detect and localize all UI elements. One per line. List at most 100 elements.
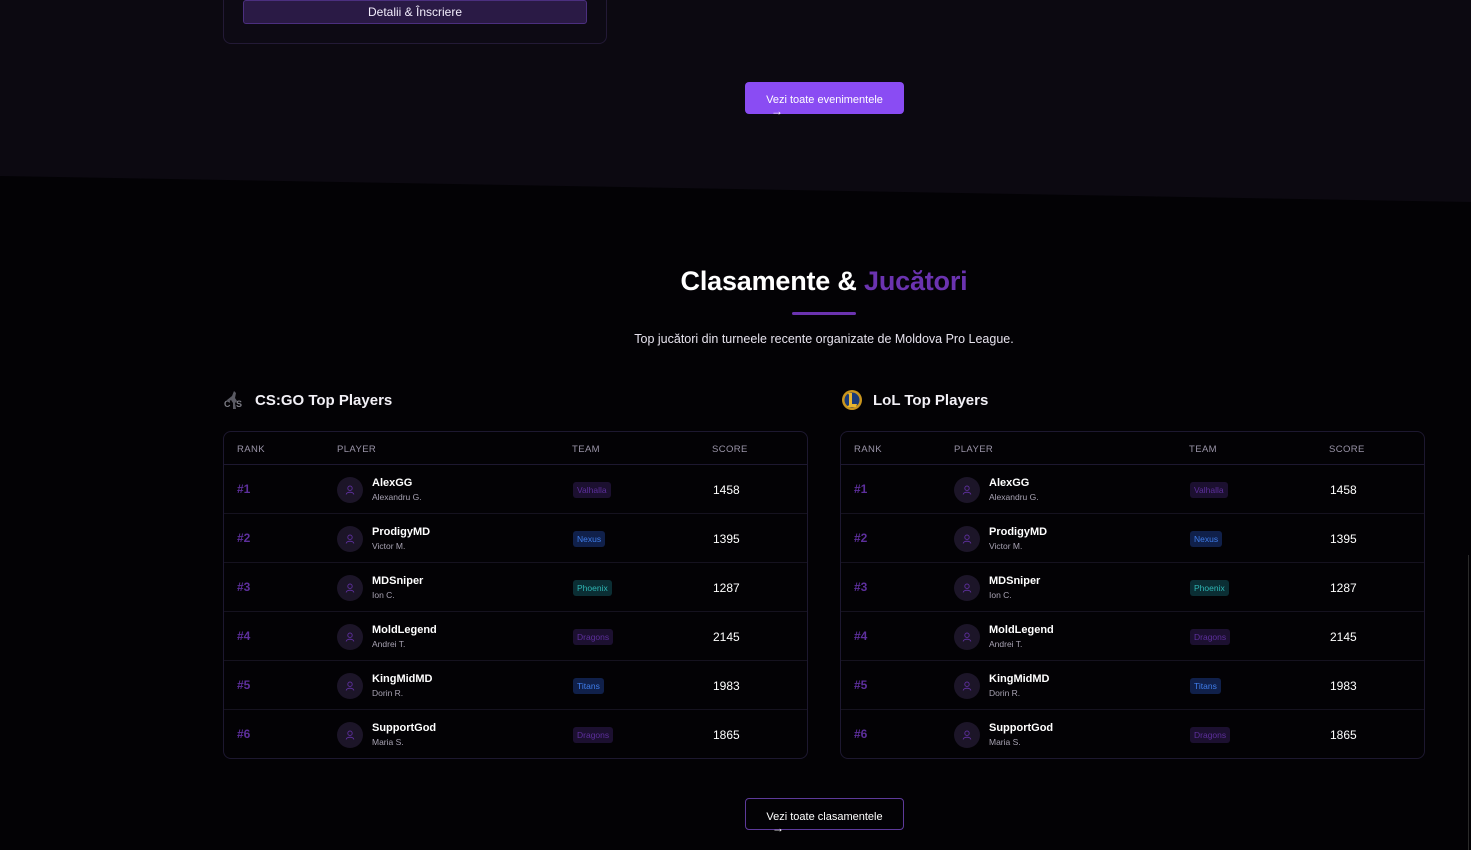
player-rank: #6: [854, 727, 868, 741]
table-row[interactable]: #2 ProdigyMD Victor M. Nexus 1395: [224, 514, 807, 563]
player-nickname[interactable]: ProdigyMD: [989, 526, 1047, 538]
user-icon: [962, 681, 972, 691]
player-rank: #6: [237, 727, 251, 741]
table-row[interactable]: #4 MoldLegend Andrei T. Dragons 2145: [224, 612, 807, 661]
player-real-name: Maria S.: [989, 737, 1021, 747]
avatar: [337, 624, 363, 650]
player-score: 2145: [713, 630, 740, 644]
table-row[interactable]: #3 MDSniper Ion C. Phoenix 1287: [841, 563, 1424, 612]
section-title-main: Clasamente &: [680, 266, 865, 296]
view-all-events-label: Vezi toate evenimentele: [766, 94, 883, 106]
table-row[interactable]: #5 KingMidMD Dorin R. Titans 1983: [224, 661, 807, 710]
table-row[interactable]: #3 MDSniper Ion C. Phoenix 1287: [224, 563, 807, 612]
header-player: PLAYER: [337, 444, 377, 455]
avatar: [954, 624, 980, 650]
event-card: Detalii & Înscriere: [223, 0, 607, 44]
player-rank: #5: [237, 678, 251, 692]
player-nickname[interactable]: MoldLegend: [989, 624, 1054, 636]
header-rank: RANK: [237, 444, 265, 455]
user-icon: [962, 485, 972, 495]
team-badge: Nexus: [1190, 531, 1223, 547]
section-subtitle: Top jucători din turneele recente organi…: [634, 332, 1014, 346]
player-real-name: Andrei T.: [989, 639, 1023, 649]
table-body: #1 AlexGG Alexandru G. Valhalla 1458 #2 Prodig…: [224, 465, 807, 758]
table-header: RANK PLAYER TEAM SCORE: [841, 432, 1424, 465]
table-row[interactable]: #6 SupportGod Maria S. Dragons 1865: [224, 710, 807, 758]
table-row[interactable]: #1 AlexGG Alexandru G. Valhalla 1458: [841, 465, 1424, 514]
team-badge: Valhalla: [1190, 482, 1228, 498]
svg-text:S: S: [236, 399, 242, 409]
avatar: [337, 722, 363, 748]
player-real-name: Dorin R.: [372, 688, 404, 698]
avatar: [954, 477, 980, 503]
team-badge: Dragons: [1190, 629, 1231, 645]
player-score: 1287: [713, 581, 740, 595]
view-all-rankings-button[interactable]: Vezi toate clasamentele →: [745, 798, 904, 834]
user-icon: [345, 485, 355, 495]
team-badge: Valhalla: [573, 482, 611, 498]
user-icon: [962, 632, 972, 642]
header-team: TEAM: [572, 444, 600, 455]
table-row[interactable]: #1 AlexGG Alexandru G. Valhalla 1458: [224, 465, 807, 514]
table-row[interactable]: #5 KingMidMD Dorin R. Titans 1983: [841, 661, 1424, 710]
avatar: [337, 477, 363, 503]
player-nickname[interactable]: AlexGG: [989, 477, 1029, 489]
player-nickname[interactable]: KingMidMD: [989, 673, 1049, 685]
player-score: 1458: [1330, 483, 1357, 497]
table-row[interactable]: #6 SupportGod Maria S. Dragons 1865: [841, 710, 1424, 758]
player-rank: #4: [237, 629, 251, 643]
player-nickname[interactable]: MoldLegend: [372, 624, 437, 636]
player-score: 1395: [713, 532, 740, 546]
table-row[interactable]: #4 MoldLegend Andrei T. Dragons 2145: [841, 612, 1424, 661]
team-badge: Titans: [1190, 678, 1221, 694]
table-row[interactable]: #2 ProdigyMD Victor M. Nexus 1395: [841, 514, 1424, 563]
team-badge: Titans: [573, 678, 604, 694]
player-rank: #2: [237, 531, 251, 545]
player-rank: #4: [854, 629, 868, 643]
player-nickname[interactable]: MDSniper: [989, 575, 1040, 587]
header-rank: RANK: [854, 444, 882, 455]
player-score: 2145: [1330, 630, 1357, 644]
player-rank: #3: [854, 580, 868, 594]
player-rank: #3: [237, 580, 251, 594]
user-icon: [962, 730, 972, 740]
player-real-name: Andrei T.: [372, 639, 406, 649]
player-rank: #1: [854, 482, 868, 496]
player-score: 1865: [1330, 728, 1357, 742]
csgo-leaderboard-table: RANK PLAYER TEAM SCORE #1 AlexGG Alexandru…: [223, 431, 808, 759]
team-badge: Dragons: [573, 629, 614, 645]
avatar: [954, 575, 980, 601]
scrollbar-track[interactable]: [1468, 555, 1469, 850]
lol-icon: [841, 389, 863, 411]
team-badge: Dragons: [573, 727, 614, 743]
player-rank: #5: [854, 678, 868, 692]
player-real-name: Ion C.: [989, 590, 1012, 600]
event-details-button[interactable]: Detalii & Înscriere: [243, 0, 587, 24]
player-nickname[interactable]: KingMidMD: [372, 673, 432, 685]
team-badge: Phoenix: [573, 580, 612, 596]
section-title-accent: Jucători: [864, 266, 968, 296]
player-score: 1983: [1330, 679, 1357, 693]
lol-leaderboard-table: RANK PLAYER TEAM SCORE #1 AlexGG Alexandru…: [840, 431, 1425, 759]
user-icon: [345, 730, 355, 740]
section-title: Clasamente & Jucători: [0, 266, 1471, 297]
header-score: SCORE: [1329, 444, 1365, 455]
csgo-panel-header: C S CS:GO Top Players: [223, 386, 392, 414]
team-badge: Dragons: [1190, 727, 1231, 743]
view-all-events-button[interactable]: Vezi toate evenimentele →: [745, 82, 904, 117]
player-real-name: Alexandru G.: [989, 492, 1039, 502]
user-icon: [345, 632, 355, 642]
player-nickname[interactable]: ProdigyMD: [372, 526, 430, 538]
title-underline: [792, 312, 856, 315]
player-nickname[interactable]: AlexGG: [372, 477, 412, 489]
player-nickname[interactable]: SupportGod: [989, 722, 1053, 734]
player-score: 1458: [713, 483, 740, 497]
player-real-name: Victor M.: [372, 541, 406, 551]
player-rank: #2: [854, 531, 868, 545]
player-nickname[interactable]: SupportGod: [372, 722, 436, 734]
player-score: 1395: [1330, 532, 1357, 546]
player-nickname[interactable]: MDSniper: [372, 575, 423, 587]
table-body: #1 AlexGG Alexandru G. Valhalla 1458 #2 Prodig…: [841, 465, 1424, 758]
lol-panel-header: LoL Top Players: [841, 386, 988, 414]
header-team: TEAM: [1189, 444, 1217, 455]
